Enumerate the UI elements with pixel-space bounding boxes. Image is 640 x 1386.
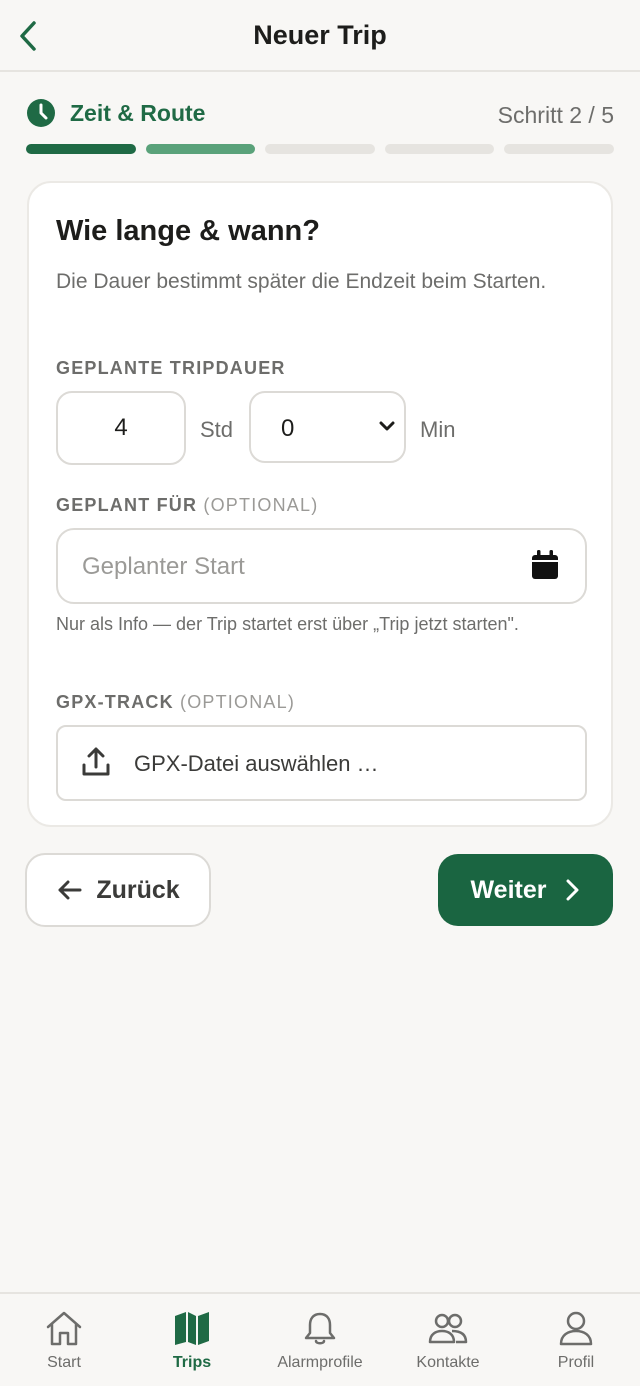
next-button-label: Weiter: [470, 875, 547, 904]
upload-icon: [82, 747, 110, 776]
tab-label: Alarmprofile: [277, 1354, 363, 1371]
hours-input[interactable]: 4: [56, 391, 186, 465]
chevron-down-icon: [379, 421, 395, 431]
clock-icon: [27, 99, 55, 127]
bottom-tab-bar: Start Trips Alarmprofile Kontakte Profil: [0, 1292, 640, 1386]
tab-kontakte[interactable]: Kontakte: [384, 1294, 512, 1386]
step-indicator: Zeit & Route Schritt 2 / 5: [26, 98, 614, 134]
map-icon: [175, 1312, 209, 1345]
card-subtitle: Die Dauer bestimmt später die Endzeit be…: [56, 270, 547, 293]
tab-label: Start: [47, 1354, 81, 1371]
tab-label: Trips: [172, 1354, 212, 1371]
gpx-upload-button[interactable]: GPX-Datei auswählen …: [56, 725, 587, 801]
optional-tag: (OPTIONAL): [180, 692, 296, 712]
back-button[interactable]: Zurück: [25, 853, 211, 927]
progress-segment: [384, 144, 495, 154]
hours-unit: Std: [200, 417, 234, 442]
chevron-right-icon: [566, 879, 579, 901]
planned-start-placeholder: Geplanter Start: [82, 553, 245, 580]
tab-start[interactable]: Start: [0, 1294, 128, 1386]
planned-label: GEPLANT FÜR (OPTIONAL): [56, 495, 318, 516]
minutes-select[interactable]: 0: [249, 391, 406, 463]
minutes-unit: Min: [420, 417, 456, 442]
progress-segment: [26, 144, 136, 154]
step-label: Zeit & Route: [26, 98, 205, 128]
form-card: Wie lange & wann? Die Dauer bestimmt spä…: [27, 181, 613, 827]
gpx-upload-label: GPX-Datei auswählen …: [134, 751, 379, 776]
tab-label: Kontakte: [416, 1354, 480, 1371]
tab-alarmprofile[interactable]: Alarmprofile: [256, 1294, 384, 1386]
progress-segment: [145, 144, 256, 154]
tab-trips[interactable]: Trips: [128, 1294, 256, 1386]
gpx-label: GPX-TRACK (OPTIONAL): [56, 692, 295, 713]
optional-tag: (OPTIONAL): [203, 495, 319, 515]
planned-label-text: GEPLANT FÜR: [56, 495, 198, 515]
duration-label: GEPLANTE TRIPDAUER: [56, 358, 286, 378]
progress-segment: [265, 144, 375, 154]
tab-profil[interactable]: Profil: [512, 1294, 640, 1386]
gpx-label-text: GPX-TRACK: [56, 692, 174, 712]
user-icon: [559, 1311, 593, 1346]
minutes-value: 0: [281, 415, 295, 442]
step-title: Zeit & Route: [70, 99, 206, 126]
planned-hint: Nur als Info — der Trip startet erst übe…: [56, 614, 519, 634]
app-header: Neuer Trip: [0, 0, 640, 72]
next-button[interactable]: Weiter: [438, 854, 613, 926]
step-progress-bar: [26, 144, 614, 154]
arrow-left-icon: [58, 880, 82, 900]
calendar-icon[interactable]: [531, 550, 559, 580]
users-icon: [428, 1313, 468, 1344]
step-counter: Schritt 2 / 5: [497, 102, 614, 128]
card-title: Wie lange & wann?: [56, 215, 320, 247]
bell-icon: [304, 1312, 336, 1345]
page-title: Neuer Trip: [253, 20, 387, 50]
planned-start-input[interactable]: Geplanter Start: [56, 528, 587, 604]
back-button-label: Zurück: [96, 875, 180, 904]
progress-segment: [504, 144, 614, 154]
tab-label: Profil: [557, 1354, 595, 1371]
home-icon: [46, 1311, 82, 1346]
